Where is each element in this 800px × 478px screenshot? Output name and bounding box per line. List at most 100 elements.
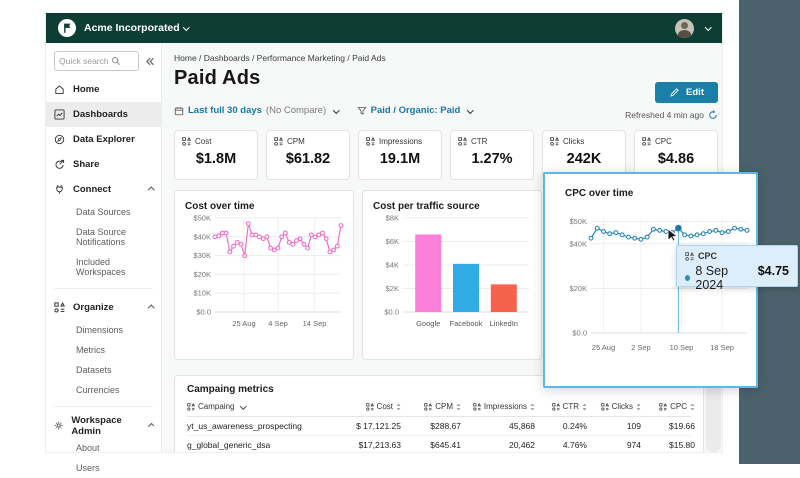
cell-cpc: $19.66 <box>669 421 695 431</box>
cell-clicks: 974 <box>626 440 641 450</box>
breadcrumb[interactable]: Home / Dashboards / Performance Marketin… <box>174 53 386 63</box>
top-bar: Acme Incorporated <box>46 13 722 43</box>
sidebar-item-home[interactable]: Home <box>46 77 161 102</box>
collapse-sidebar-icon[interactable] <box>144 56 155 67</box>
column-header-clicks[interactable]: Clicks <box>589 402 641 411</box>
sidebar-item-share[interactable]: Share <box>46 152 161 177</box>
sidebar-item-included-workspaces[interactable]: Included Workspaces <box>46 252 161 282</box>
svg-text:LinkedIn: LinkedIn <box>490 319 518 328</box>
kpi-label: Impressions <box>379 137 423 146</box>
cost-over-time-chart[interactable]: $50K $40K $30K $20K $10K $0.0 25 Aug 4 Sep 14 Se… <box>185 212 345 342</box>
sidebar-item-label: Connect <box>73 184 111 195</box>
chart-card-cost-per-traffic-source: Cost per traffic source $8K $6K $4K $2K $0.0… <box>362 190 542 360</box>
divider <box>54 406 153 407</box>
svg-text:$0.0: $0.0 <box>572 329 587 338</box>
search-icon <box>111 56 121 66</box>
sort-icon <box>636 403 641 411</box>
sidebar-item-about[interactable]: About <box>46 438 161 458</box>
sidebar-item-workspace-admin[interactable]: Workspace Admin <box>46 413 161 438</box>
chart-title: Cost over time <box>185 201 255 212</box>
kpi-card-impressions[interactable]: Impressions 19.1M <box>358 130 442 180</box>
cell-ctr: 4.76% <box>562 440 587 450</box>
date-range-filter[interactable]: Last full 30 days (No Compare) <box>174 105 340 116</box>
sidebar-item-dimensions[interactable]: Dimensions <box>46 320 161 340</box>
metric-icon <box>366 137 375 146</box>
column-header-campaing[interactable]: Campaing <box>187 402 333 411</box>
svg-text:Google: Google <box>416 319 440 328</box>
segment-filter-label: Paid / Organic: Paid <box>370 105 461 116</box>
segment-filter[interactable]: Paid / Organic: Paid <box>357 105 474 116</box>
tooltip-date: 8 Sep 2024 <box>695 264 729 292</box>
search-box <box>54 51 139 71</box>
cell-cpm: $645.41 <box>430 440 461 450</box>
sidebar-item-datasets[interactable]: Datasets <box>46 360 161 380</box>
svg-text:25 Aug: 25 Aug <box>232 319 255 328</box>
sidebar-item-currencies[interactable]: Currencies <box>46 380 161 400</box>
cell-cost: $ 17,121.25 <box>356 421 401 431</box>
edit-button[interactable]: Edit <box>655 82 718 103</box>
cell-campaing: g_global_generic_dsa <box>187 440 271 450</box>
sort-icon <box>396 403 401 411</box>
sidebar-item-data-sources[interactable]: Data Sources <box>46 202 161 222</box>
cell-cpc: $15.80 <box>669 440 695 450</box>
org-switcher[interactable]: Acme Incorporated <box>84 22 190 34</box>
kpi-label: Cost <box>195 137 212 146</box>
kpi-label: CTR <box>471 137 488 146</box>
chevron-down-icon <box>333 106 340 114</box>
column-label: Impressions <box>483 402 527 411</box>
sidebar-item-data-source-notifications[interactable]: Data Source Notifications <box>46 222 161 252</box>
cost-per-traffic-source-chart[interactable]: $8K $6K $4K $2K $0.0 Google Facebook LinkedIn <box>373 212 533 342</box>
svg-text:4 Sep: 4 Sep <box>268 319 288 328</box>
brand-logo <box>58 19 76 37</box>
sort-icon <box>690 403 695 411</box>
user-avatar[interactable] <box>674 18 694 38</box>
sidebar-item-dashboards[interactable]: Dashboards <box>46 102 161 127</box>
cell-impressions: 45,868 <box>509 421 535 431</box>
metric-icon <box>552 403 560 411</box>
column-header-impressions[interactable]: Impressions <box>463 402 535 411</box>
chevron-down-icon <box>240 402 247 410</box>
column-header-ctr[interactable]: CTR <box>537 402 587 411</box>
kpi-card-ctr[interactable]: CTR 1.27% <box>450 130 534 180</box>
divider <box>54 288 153 289</box>
kpi-card-cost[interactable]: Cost $1.8M <box>174 130 258 180</box>
plug-icon <box>54 184 65 195</box>
search-input[interactable] <box>59 56 111 66</box>
chevron-down-icon[interactable] <box>704 24 711 31</box>
sidebar-item-connect[interactable]: Connect <box>46 177 161 202</box>
kpi-value: $4.86 <box>657 151 695 167</box>
svg-text:$40K: $40K <box>569 239 587 248</box>
org-name: Acme Incorporated <box>84 22 180 34</box>
column-header-cpm[interactable]: CPM <box>403 402 461 411</box>
series-dot <box>685 275 691 281</box>
sidebar-item-label: Dashboards <box>73 109 128 120</box>
sidebar: Home Dashboards Data Explorer Share Conn… <box>46 43 162 473</box>
scrollbar[interactable] <box>706 382 721 452</box>
sidebar-item-users[interactable]: Users <box>46 458 161 478</box>
gear-icon <box>54 420 63 431</box>
column-label: CTR <box>562 402 579 411</box>
chart-card-cost-over-time: Cost over time $50K $40K $30K $20K $10K $0.0 2… <box>174 190 354 360</box>
svg-text:$40K: $40K <box>193 232 211 241</box>
table-row[interactable]: yt_us_awareness_prospecting $ 17,121.25 … <box>187 417 695 436</box>
sidebar-item-data-explorer[interactable]: Data Explorer <box>46 127 161 152</box>
sidebar-item-organize[interactable]: Organize <box>46 295 161 320</box>
refresh-icon[interactable] <box>708 110 718 120</box>
metric-icon <box>182 137 191 146</box>
svg-text:2 Sep: 2 Sep <box>631 343 651 352</box>
compare-label: (No Compare) <box>265 105 327 116</box>
column-label: CPC <box>670 402 687 411</box>
kpi-value: 1.27% <box>471 151 513 167</box>
column-header-cost[interactable]: Cost <box>335 402 401 411</box>
metric-icon <box>424 403 432 411</box>
sidebar-item-metrics[interactable]: Metrics <box>46 340 161 360</box>
edit-button-label: Edit <box>686 87 704 98</box>
cell-ctr: 0.24% <box>562 421 587 431</box>
cell-clicks: 109 <box>626 421 641 431</box>
metric-icon <box>458 137 467 146</box>
kpi-card-cpm[interactable]: CPM $61.82 <box>266 130 350 180</box>
table-row[interactable]: g_global_generic_dsa $17,213.63 $645.41 … <box>187 436 695 452</box>
table-header-row: Campaing Cost CPM Impressions CTR Clicks… <box>187 402 691 417</box>
kpi-value: 19.1M <box>379 151 421 167</box>
column-header-cpc[interactable]: CPC <box>643 402 695 411</box>
